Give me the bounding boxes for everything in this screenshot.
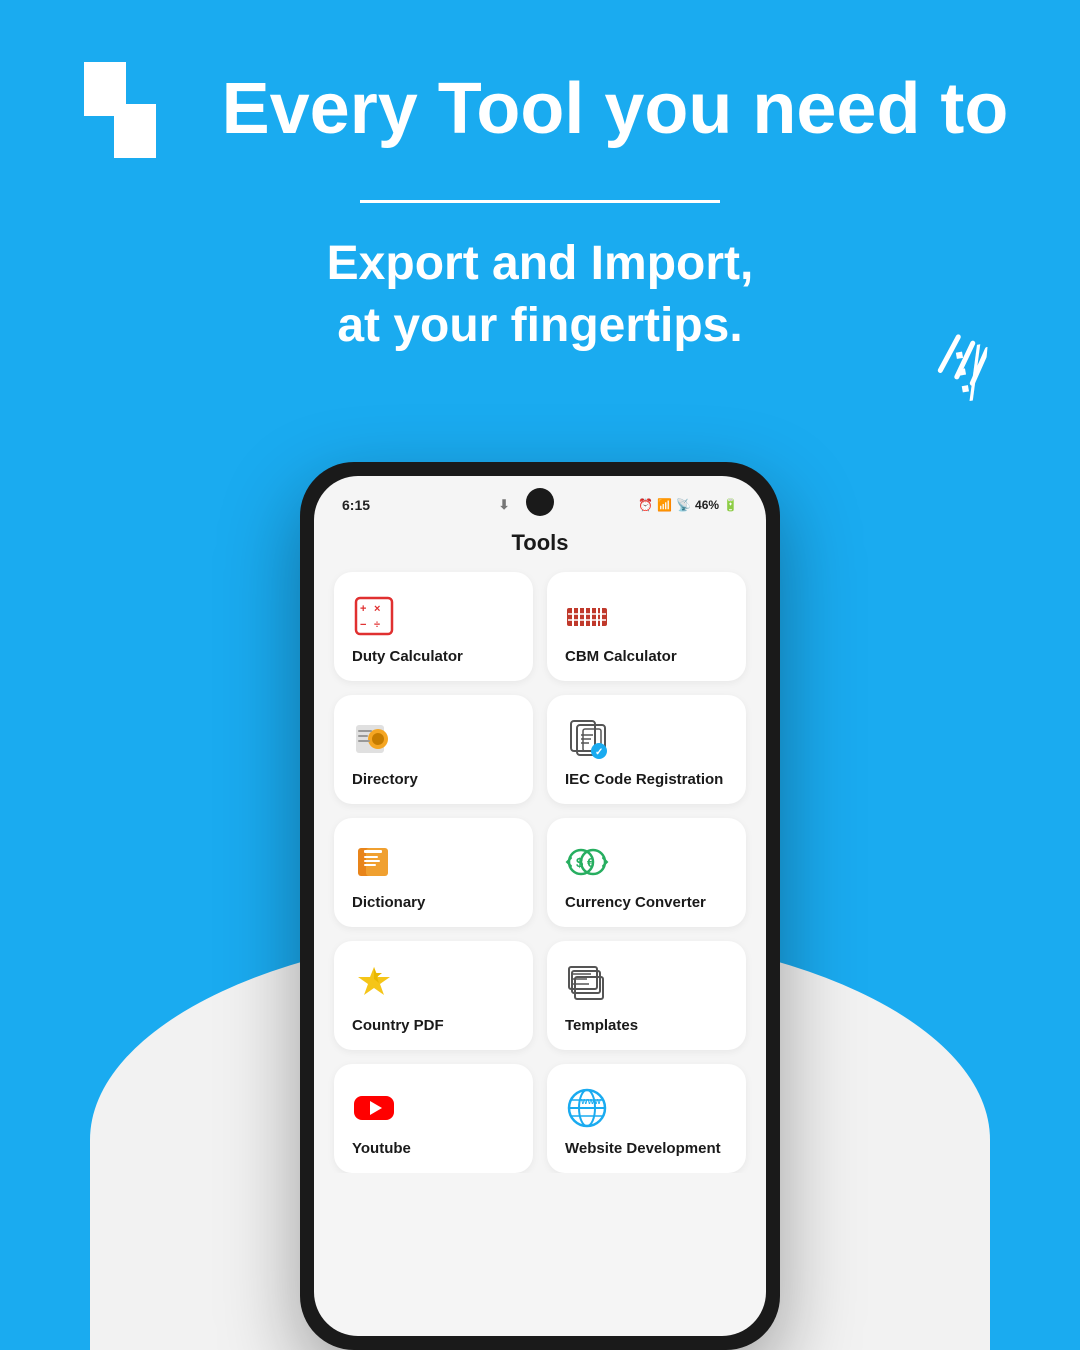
divider	[360, 200, 720, 203]
alarm-icon: ⏰	[638, 498, 653, 512]
tool-directory[interactable]: Directory	[334, 695, 533, 804]
iec-code-icon: ✓	[565, 717, 609, 761]
sparkle-lines	[881, 326, 988, 421]
cbm-calculator-label: CBM Calculator	[565, 648, 728, 665]
svg-text:✓: ✓	[595, 747, 603, 758]
duty-calculator-label: Duty Calculator	[352, 648, 515, 665]
wifi-icon: 📶	[657, 498, 672, 512]
country-pdf-icon	[352, 963, 396, 1007]
tools-grid: + × − ÷ Duty Calculator	[334, 572, 746, 1173]
tool-country-pdf[interactable]: Country PDF	[334, 941, 533, 1050]
tool-website-dev[interactable]: WWW Website Development	[547, 1064, 746, 1173]
currency-converter-icon: $ €	[565, 840, 609, 884]
directory-icon	[352, 717, 396, 761]
tool-cbm-calculator[interactable]: CBM Calculator	[547, 572, 746, 681]
screen-title: Tools	[334, 520, 746, 572]
status-icons: ⏰ 📶 📡 46% 🔋	[638, 498, 738, 512]
battery-label: 46%	[695, 498, 719, 512]
phone-mockup: 6:15 ⬇ ⏰ 📶 📡 46% 🔋 Tools	[300, 462, 780, 1350]
svg-text:$: $	[576, 855, 584, 870]
svg-text:€: €	[587, 855, 594, 870]
tool-dictionary[interactable]: Dictionary	[334, 818, 533, 927]
svg-text:×: ×	[374, 603, 380, 615]
templates-label: Templates	[565, 1017, 728, 1034]
dictionary-icon	[352, 840, 396, 884]
directory-label: Directory	[352, 771, 515, 788]
battery-icon: 🔋	[723, 498, 738, 512]
dictionary-label: Dictionary	[352, 894, 515, 911]
tool-templates[interactable]: Templates	[547, 941, 746, 1050]
phone-frame: 6:15 ⬇ ⏰ 📶 📡 46% 🔋 Tools	[300, 462, 780, 1350]
tool-youtube[interactable]: Youtube	[334, 1064, 533, 1173]
app-logo	[60, 50, 180, 170]
cbm-calculator-icon	[565, 594, 609, 638]
website-dev-label: Website Development	[565, 1140, 728, 1157]
tool-duty-calculator[interactable]: + × − ÷ Duty Calculator	[334, 572, 533, 681]
logo-area: Every Tool you need to	[60, 50, 1020, 170]
phone-screen: 6:15 ⬇ ⏰ 📶 📡 46% 🔋 Tools	[314, 476, 766, 1336]
duty-calculator-icon: + × − ÷	[352, 594, 396, 638]
templates-icon	[565, 963, 609, 1007]
svg-text:÷: ÷	[374, 619, 380, 631]
status-time: 6:15	[342, 497, 370, 513]
youtube-label: Youtube	[352, 1140, 515, 1157]
header-section: Every Tool you need to Export and Import…	[0, 0, 1080, 358]
signal-icon: 📡	[676, 498, 691, 512]
status-download-icon: ⬇	[499, 497, 510, 513]
phone-notch	[526, 488, 554, 516]
tool-currency-converter[interactable]: $ € Currency Converter	[547, 818, 746, 927]
main-headline: Every Tool you need to	[210, 70, 1020, 149]
sub-headline: Export and Import,at your fingertips.	[60, 233, 1020, 358]
svg-text:WWW: WWW	[581, 1099, 601, 1106]
svg-text:+: +	[360, 603, 366, 615]
country-pdf-label: Country PDF	[352, 1017, 515, 1034]
website-dev-icon: WWW	[565, 1086, 609, 1130]
svg-text:−: −	[360, 619, 366, 631]
screen-content: Tools + × − ÷ Duty Calculator	[314, 520, 766, 1173]
iec-code-label: IEC Code Registration	[565, 771, 728, 788]
youtube-icon	[352, 1086, 396, 1130]
currency-converter-label: Currency Converter	[565, 894, 728, 911]
tool-iec-code[interactable]: ✓ IEC Code Registration	[547, 695, 746, 804]
